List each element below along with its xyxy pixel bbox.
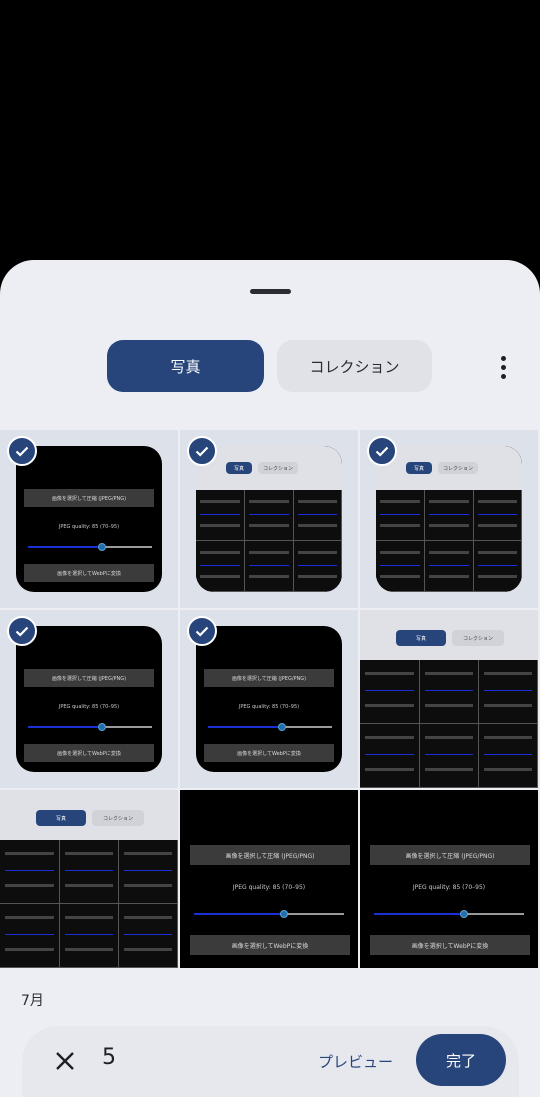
photo-item[interactable]: 写真 コレクション <box>360 430 538 608</box>
thumb-quality-slider <box>194 910 344 918</box>
photo-item[interactable]: 写真 コレクション <box>180 430 358 608</box>
selected-count: 5 <box>102 1045 116 1070</box>
photo-item[interactable]: 画像を選択して圧縮 (JPEG/PNG) JPEG quality: 85 (7… <box>180 790 358 968</box>
drag-handle[interactable] <box>250 289 291 294</box>
thumb-compress-button: 画像を選択して圧縮 (JPEG/PNG) <box>24 669 154 687</box>
close-icon[interactable] <box>48 1046 82 1076</box>
photo-picker-sheet: 写真 コレクション 画像を選択して圧縮 (JPEG/PNG) JPEG qual… <box>0 260 540 1097</box>
preview-button[interactable]: プレビュー <box>318 1051 393 1072</box>
thumb-webp-button: 画像を選択してWebPに変換 <box>204 744 334 762</box>
tab-photos[interactable]: 写真 <box>107 340 264 392</box>
thumb-quality-slider <box>208 723 332 731</box>
thumb-quality-slider <box>28 543 152 551</box>
check-icon <box>7 616 37 646</box>
photo-thumbnail: 写真 コレクション <box>376 446 522 592</box>
photo-thumbnail: 画像を選択して圧縮 (JPEG/PNG) JPEG quality: 85 (7… <box>16 446 162 592</box>
photo-thumbnail: 写真 コレクション <box>196 446 342 592</box>
photo-item[interactable]: 画像を選択して圧縮 (JPEG/PNG) JPEG quality: 85 (7… <box>0 610 178 788</box>
thumb-quality-label: JPEG quality: 85 (70–95) <box>232 884 306 891</box>
thumb-compress-button: 画像を選択して圧縮 (JPEG/PNG) <box>24 489 154 507</box>
photo-item[interactable]: 画像を選択して圧縮 (JPEG/PNG) JPEG quality: 85 (7… <box>180 610 358 788</box>
thumb-quality-label: JPEG quality: 85 (70–95) <box>58 704 120 710</box>
photo-thumbnail: 画像を選択して圧縮 (JPEG/PNG) JPEG quality: 85 (7… <box>180 790 358 968</box>
photo-thumbnail: 画像を選択して圧縮 (JPEG/PNG) JPEG quality: 85 (7… <box>16 626 162 772</box>
thumb-quality-label: JPEG quality: 85 (70–95) <box>238 704 300 710</box>
thumb-compress-button: 画像を選択して圧縮 (JPEG/PNG) <box>204 669 334 687</box>
more-vert-icon[interactable] <box>490 352 516 382</box>
thumb-compress-button: 画像を選択して圧縮 (JPEG/PNG) <box>370 845 530 865</box>
thumb-quality-label: JPEG quality: 85 (70–95) <box>412 884 486 891</box>
thumb-compress-button: 画像を選択して圧縮 (JPEG/PNG) <box>190 845 350 865</box>
thumb-webp-button: 画像を選択してWebPに変換 <box>370 935 530 955</box>
section-header: 7月 <box>21 993 44 1009</box>
photo-item[interactable]: 写真 コレクション <box>0 790 178 968</box>
check-icon <box>187 436 217 466</box>
thumb-quality-slider <box>28 723 152 731</box>
thumb-webp-button: 画像を選択してWebPに変換 <box>24 564 154 582</box>
thumb-webp-button: 画像を選択してWebPに変換 <box>24 744 154 762</box>
photo-thumbnail: 画像を選択して圧縮 (JPEG/PNG) JPEG quality: 85 (7… <box>360 790 538 968</box>
done-button[interactable]: 完了 <box>416 1034 506 1086</box>
check-icon <box>367 436 397 466</box>
tab-collection[interactable]: コレクション <box>277 340 432 392</box>
thumb-quality-slider <box>374 910 524 918</box>
photo-thumbnail: 写真 コレクション <box>360 610 538 788</box>
photo-item[interactable]: 画像を選択して圧縮 (JPEG/PNG) JPEG quality: 85 (7… <box>0 430 178 608</box>
check-icon <box>187 616 217 646</box>
photo-item[interactable]: 画像を選択して圧縮 (JPEG/PNG) JPEG quality: 85 (7… <box>360 790 538 968</box>
photo-thumbnail: 画像を選択して圧縮 (JPEG/PNG) JPEG quality: 85 (7… <box>196 626 342 772</box>
photo-item[interactable]: 写真 コレクション <box>360 610 538 788</box>
thumb-webp-button: 画像を選択してWebPに変換 <box>190 935 350 955</box>
thumb-quality-label: JPEG quality: 85 (70–95) <box>58 524 120 530</box>
check-icon <box>7 436 37 466</box>
photo-grid: 画像を選択して圧縮 (JPEG/PNG) JPEG quality: 85 (7… <box>0 430 540 972</box>
photo-thumbnail: 写真 コレクション <box>0 790 178 968</box>
